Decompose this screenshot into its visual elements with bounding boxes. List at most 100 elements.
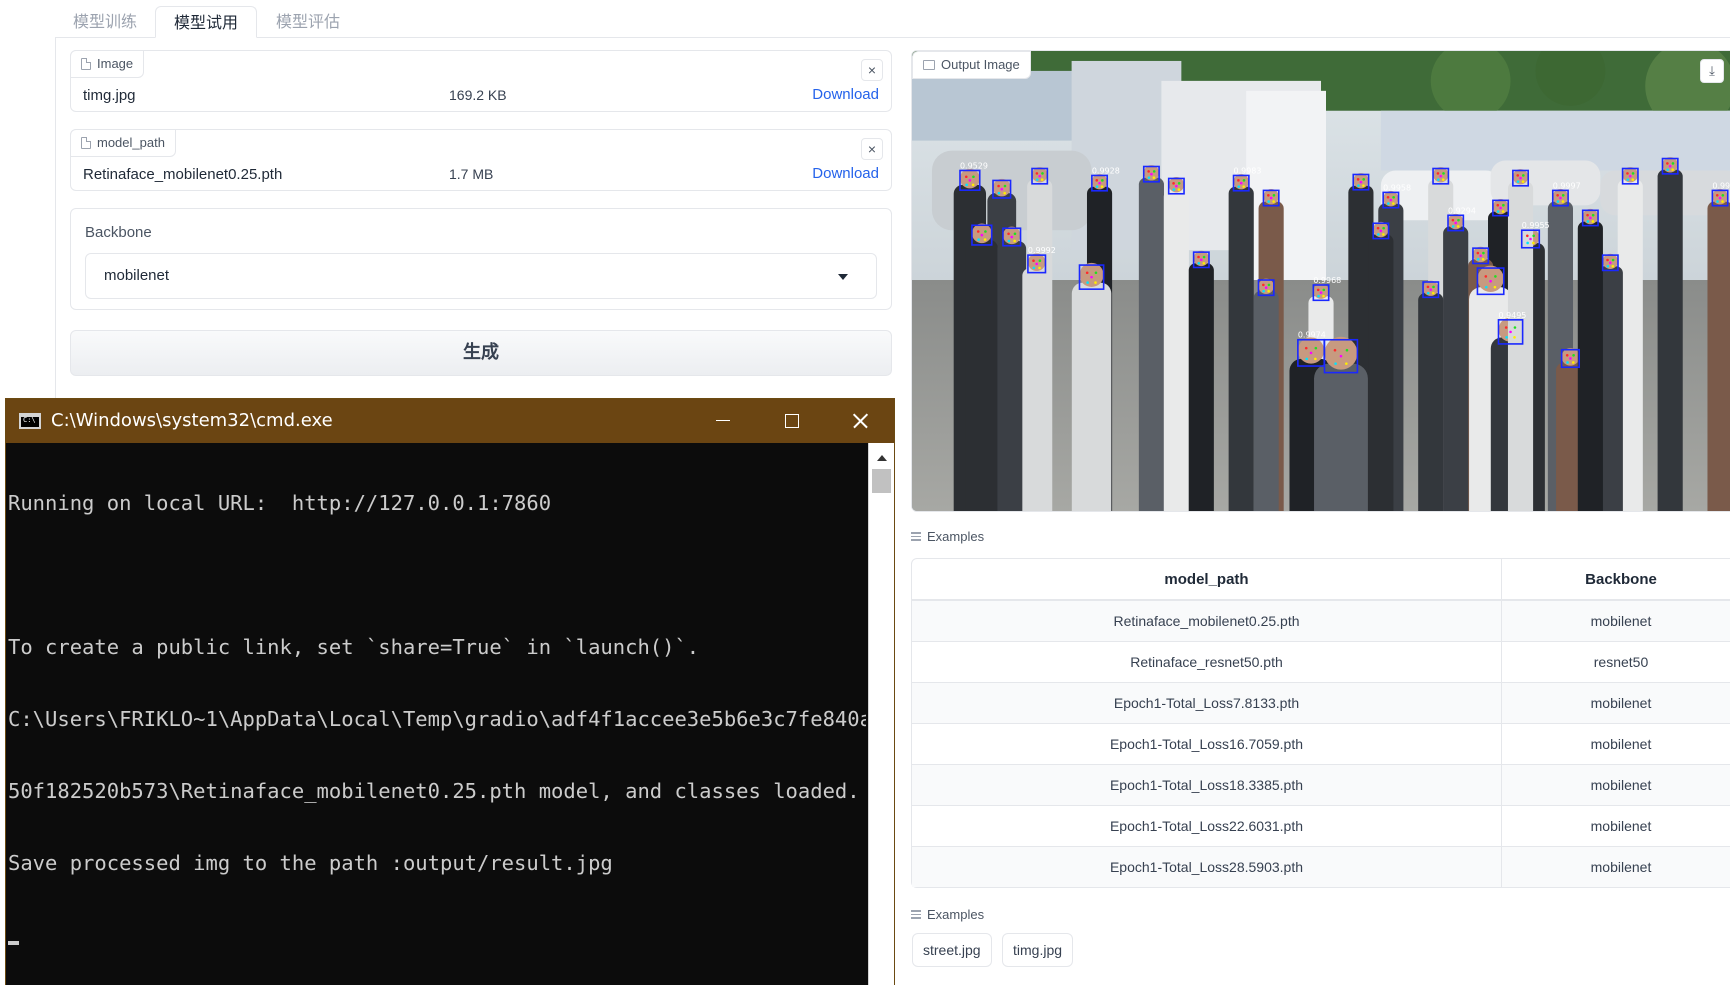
face-landmark (1305, 357, 1309, 361)
face-landmark (1442, 172, 1445, 175)
model-path-label: model_path (70, 129, 176, 157)
face-landmark (1589, 216, 1592, 220)
table-header-row: model_path Backbone (912, 559, 1730, 600)
model-path-file-size: 1.7 MB (449, 166, 494, 182)
tab-model-trial[interactable]: 模型试用 (155, 6, 258, 38)
table-cell-backbone: mobilenet (1502, 805, 1730, 846)
person-head (1233, 174, 1249, 190)
face-landmark (971, 183, 975, 187)
face-landmark (1264, 286, 1268, 289)
list-icon (911, 910, 921, 919)
face-landmark (1436, 178, 1440, 181)
column-divider (55, 38, 56, 398)
table-row[interactable]: Retinaface_resnet50.pth resnet50 (912, 641, 1730, 682)
face-landmark (1379, 229, 1383, 233)
face-landmark (1716, 200, 1719, 203)
table-row[interactable]: Epoch1-Total_Loss22.6031.pth mobilenet (912, 805, 1730, 846)
image-file-input[interactable]: Image × timg.jpg 169.2 KB Download (70, 50, 892, 112)
face-landmark (1316, 288, 1320, 292)
detection-score-label: 0.9928 (1092, 166, 1120, 175)
face-landmark (1671, 162, 1675, 165)
cmd-scrollbar[interactable] (868, 443, 894, 985)
face-landmark (1085, 271, 1089, 275)
image-icon (923, 60, 935, 70)
face-landmark (1262, 283, 1265, 287)
face-landmark (1003, 184, 1007, 188)
person-head (1602, 253, 1618, 270)
model-path-download-link[interactable]: Download (812, 165, 879, 182)
face-landmark (1666, 168, 1669, 171)
face-landmark (1721, 193, 1725, 197)
person-head (1313, 283, 1329, 299)
table-row[interactable]: Retinaface_mobilenet0.25.pth mobilenet (912, 600, 1730, 641)
face-landmark (1516, 180, 1520, 183)
face-landmark (1314, 357, 1317, 361)
close-window-button[interactable] (826, 399, 894, 443)
face-landmark (983, 238, 987, 241)
face-landmark (1513, 336, 1516, 339)
face-landmark (1569, 357, 1572, 360)
table-cell-backbone: mobilenet (1502, 846, 1730, 887)
table-row[interactable]: Epoch1-Total_Loss28.5903.pth mobilenet (912, 846, 1730, 887)
face-landmark (1304, 346, 1308, 350)
minimize-button[interactable] (689, 399, 757, 443)
face-landmark (1100, 185, 1104, 188)
detection-score-label: 0.9944 (1712, 181, 1730, 190)
example-chip-timg[interactable]: timg.jpg (1002, 933, 1074, 967)
cmd-output[interactable]: Running on local URL: http://127.0.0.1:7… (6, 443, 866, 985)
clear-image-button[interactable]: × (861, 59, 883, 81)
face-landmark (1237, 185, 1240, 188)
person-head (1353, 173, 1369, 189)
person-head (1448, 213, 1464, 230)
face-landmark (1239, 181, 1243, 185)
examples-images-label-text: Examples (927, 907, 985, 922)
person-head (1512, 169, 1529, 185)
scroll-up-arrow-icon[interactable] (877, 455, 887, 461)
model-path-file-input[interactable]: model_path × Retinaface_mobilenet0.25.pt… (70, 129, 892, 191)
person-head (1423, 280, 1439, 296)
face-landmark (1586, 220, 1590, 223)
table-row[interactable]: Epoch1-Total_Loss7.8133.pth mobilenet (912, 682, 1730, 723)
maximize-button[interactable] (757, 399, 825, 443)
person-head (1324, 336, 1358, 370)
table-row[interactable]: Epoch1-Total_Loss16.7059.pth mobilenet (912, 723, 1730, 764)
person-head (1477, 265, 1504, 292)
face-landmark (1565, 353, 1569, 357)
file-icon (81, 137, 91, 149)
file-icon (81, 58, 91, 70)
face-landmark (1429, 288, 1433, 291)
cmd-titlebar[interactable]: C:\ C:\Windows\system32\cmd.exe (6, 399, 894, 443)
face-landmark (1611, 258, 1615, 262)
face-landmark (1481, 258, 1485, 261)
person-body (1163, 189, 1189, 511)
person-head (1002, 226, 1021, 245)
image-label-text: Image (97, 56, 134, 71)
face-landmark (1501, 210, 1505, 213)
tab-model-training[interactable]: 模型训练 (55, 6, 155, 38)
face-landmark (1202, 261, 1206, 265)
face-landmark (1200, 258, 1203, 262)
scrollbar-thumb[interactable] (872, 469, 891, 493)
image-file-name: timg.jpg (83, 87, 136, 104)
tab-model-evaluation[interactable]: 模型评估 (258, 6, 358, 38)
face-landmark (1041, 172, 1044, 175)
face-landmark (1431, 291, 1435, 295)
face-landmark (1521, 180, 1525, 183)
face-landmark (1556, 200, 1560, 203)
image-download-link[interactable]: Download (812, 86, 879, 103)
clear-model-path-button[interactable]: × (861, 138, 883, 160)
face-landmark (1267, 289, 1270, 293)
face-landmark (1147, 176, 1151, 179)
face-landmark (1479, 254, 1482, 258)
backbone-dropdown[interactable]: mobilenet (85, 253, 877, 299)
person-head (1472, 246, 1489, 263)
download-icon[interactable]: ⤓ (1700, 59, 1724, 83)
table-row[interactable]: Epoch1-Total_Loss18.3385.pth mobilenet (912, 764, 1730, 805)
output-image-label-text: Output Image (941, 57, 1020, 72)
detection-score-label: 0.9992 (1028, 246, 1056, 255)
generate-button[interactable]: 生成 (70, 330, 892, 376)
face-landmark (1032, 266, 1036, 270)
example-chip-street[interactable]: street.jpg (912, 933, 992, 967)
face-landmark (1010, 235, 1014, 239)
person-head (1027, 253, 1046, 272)
